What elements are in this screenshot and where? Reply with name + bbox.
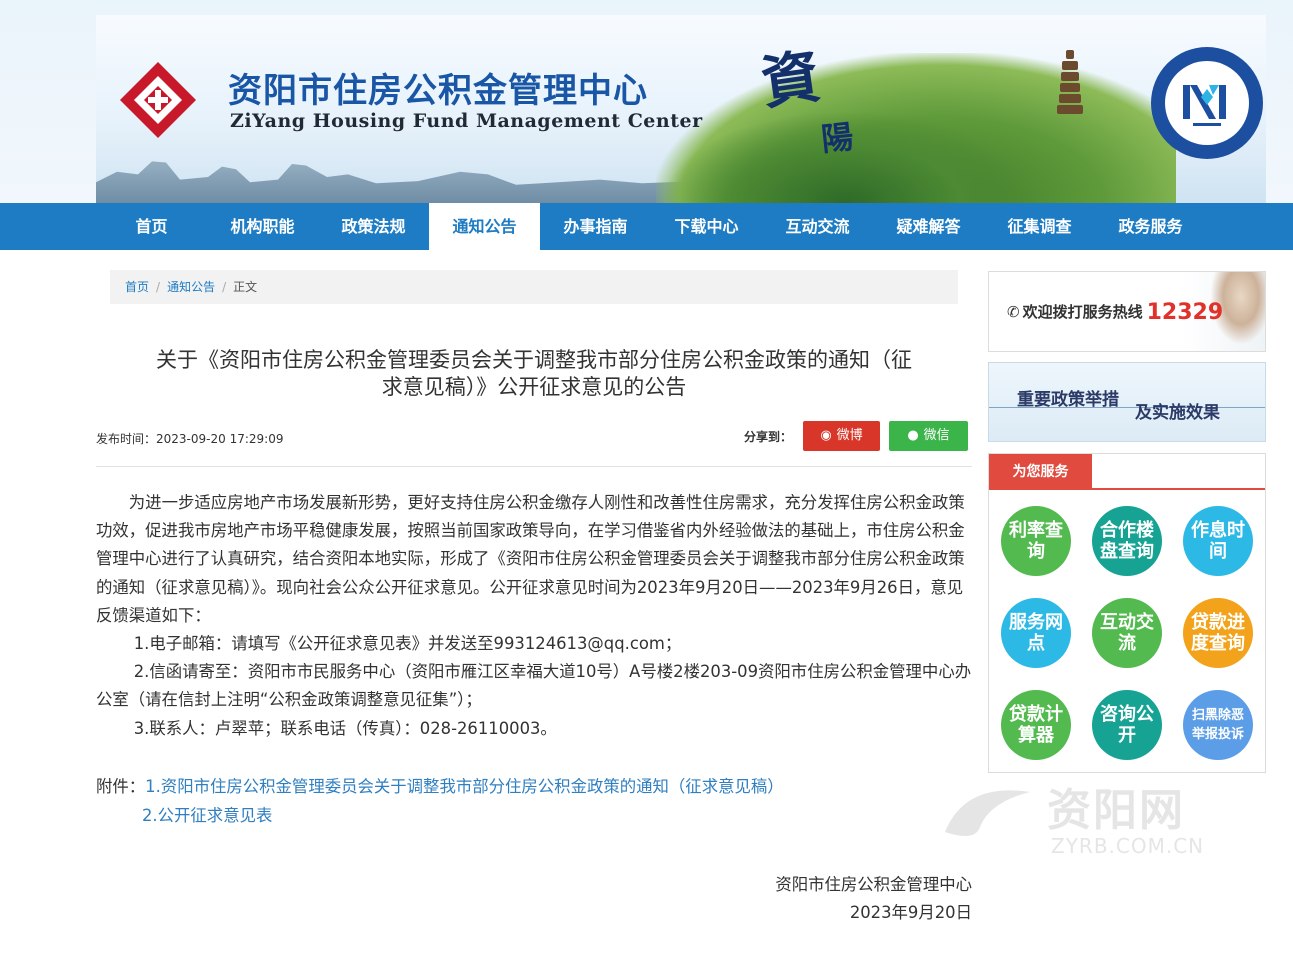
service-hotline-banner[interactable]: ✆ 欢迎拨打服务热线 12329 [988,271,1266,352]
pagoda-image [1056,50,1084,120]
wechat-icon: ● [907,428,919,443]
services-panel: 为您服务 利率查询 合作楼盘查询 作息时间 服务网点 互动交流 贷款进度查询 贷… [988,453,1266,773]
service-office-hours[interactable]: 作息时间 [1183,506,1253,576]
service-report-complaint[interactable]: 扫黑除恶举报投诉 [1183,690,1253,760]
signature-date: 2023年9月20日 [849,903,972,922]
article-paragraph: 为进一步适应房地产市场发展新形势，更好支持住房公积金缴存人刚性和改善性住房需求，… [96,493,965,625]
nav-item-survey[interactable]: 征集调查 [984,203,1095,250]
service-partner-property-query[interactable]: 合作楼盘查询 [1092,506,1162,576]
attachment-link-2[interactable]: 2.公开征求意见表 [142,806,272,825]
zyrb-watermark: 资阳网 ZYRB.COM.CN [935,772,1235,862]
ziyang-city-emblem [1151,47,1263,159]
nav-item-interaction[interactable]: 互动交流 [762,203,873,250]
service-outlets[interactable]: 服务网点 [1001,598,1071,668]
feedback-contact-item: 3.联系人：卢翠苹；联系电话（传真）：028-26110003。 [133,718,557,738]
divider [96,466,972,467]
breadcrumb-section-link[interactable]: 通知公告 [167,280,215,294]
share-wechat-button[interactable]: ● 微信 [889,421,968,451]
nav-item-gov-services[interactable]: 政务服务 [1095,203,1206,250]
service-disclosure[interactable]: 咨询公开 [1092,690,1162,760]
site-title: 资阳市住房公积金管理中心 [228,71,648,111]
breadcrumb: 首页 / 通知公告 / 正文 [110,270,958,304]
nav-item-faq[interactable]: 疑难解答 [873,203,984,250]
nav-item-downloads[interactable]: 下载中心 [651,203,762,250]
nav-item-notices[interactable]: 通知公告 [429,203,540,250]
services-tab[interactable]: 为您服务 [989,454,1092,490]
publish-time: 发布时间：2023-09-20 17:29:09 [96,432,284,446]
watermark-logo-icon [945,790,1030,836]
nav-item-guide[interactable]: 办事指南 [540,203,651,250]
breadcrumb-home-link[interactable]: 首页 [125,280,149,294]
nav-item-home[interactable]: 首页 [96,203,207,250]
attachments: 附件：1.资阳市住房公积金管理委员会关于调整我市部分住房公积金政策的通知（征求意… [96,773,784,830]
housing-fund-logo[interactable] [118,60,198,140]
share-weibo-button[interactable]: ◉ 微博 [803,421,880,451]
attachment-link-1[interactable]: 1.资阳市住房公积金管理委员会关于调整我市部分住房公积金政策的通知（征求意见稿） [145,777,783,796]
article-title: 关于《资阳市住房公积金管理委员会关于调整我市部分住房公积金政策的通知（征 求意见… [156,348,912,399]
hotline-number: 12329 [1146,300,1224,325]
share-label: 分享到： [744,430,793,444]
phone-icon: ✆ [1007,303,1020,321]
main-navigation: 首页 机构职能 政策法规 通知公告 办事指南 下载中心 互动交流 疑难解答 征集… [0,203,1293,250]
nav-item-policies[interactable]: 政策法规 [318,203,429,250]
policy-measures-banner[interactable]: 重要政策举措 及实施效果 [988,362,1266,442]
feedback-email-item: 1.电子邮箱：请填写《公开征求意见表》并发送至993124613@qq.com； [133,634,682,654]
nav-item-functions[interactable]: 机构职能 [207,203,318,250]
service-rate-query[interactable]: 利率查询 [1001,506,1071,576]
header-banner: 资阳市住房公积金管理中心 ZiYang Housing Fund Managem… [96,15,1266,203]
attachment-label: 附件： [96,777,146,796]
service-interaction[interactable]: 互动交流 [1092,598,1162,668]
breadcrumb-current: 正文 [233,280,258,294]
service-loan-progress[interactable]: 贷款进度查询 [1183,598,1253,668]
article-body: 为进一步适应房地产市场发展新形势，更好支持住房公积金缴存人刚性和改善性住房需求，… [96,489,972,743]
article-signature: 资阳市住房公积金管理中心 2023年9月20日 [700,871,972,927]
service-loan-calculator[interactable]: 贷款计算器 [1001,690,1071,760]
signature-org: 资阳市住房公积金管理中心 [775,875,972,894]
weibo-icon: ◉ [820,428,832,443]
feedback-mail-item: 2.信函请寄至：资阳市市民服务中心（资阳市雁江区幸福大道10号）A号楼2楼203… [96,662,972,710]
site-subtitle: ZiYang Housing Fund Management Center [230,110,703,132]
